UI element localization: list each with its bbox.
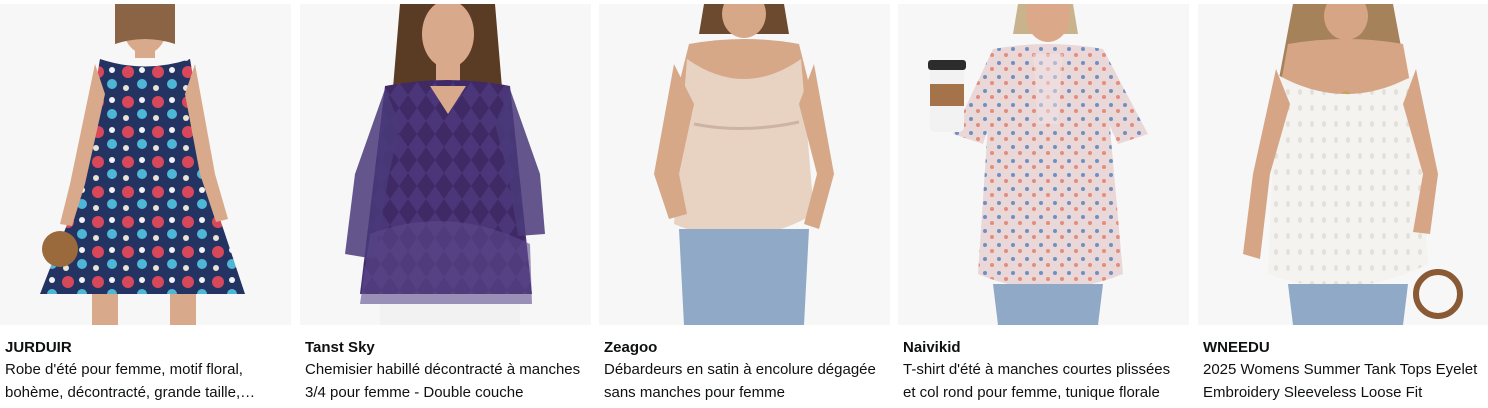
product-card[interactable]: Tanst Sky Chemisier habillé décontracté … xyxy=(300,4,591,408)
product-image[interactable] xyxy=(599,4,890,325)
product-brand: WNEEDU xyxy=(1203,339,1270,356)
product-card[interactable]: Naivikid T-shirt d'été à manches courtes… xyxy=(898,4,1189,408)
product-title[interactable]: Robe d'été pour femme, motif floral, boh… xyxy=(5,358,287,404)
product-brand: Tanst Sky xyxy=(305,339,375,356)
product-brand: Naivikid xyxy=(903,339,961,356)
floral-dress-photo xyxy=(0,4,291,325)
product-carousel-row: JURDUIR Robe d'été pour femme, motif flo… xyxy=(0,0,1488,408)
product-card[interactable]: JURDUIR Robe d'été pour femme, motif flo… xyxy=(0,4,291,408)
product-image[interactable] xyxy=(898,4,1189,325)
satin-tank-photo xyxy=(599,4,890,325)
product-brand: JURDUIR xyxy=(5,339,72,356)
product-card[interactable]: Zeagoo Débardeurs en satin à encolure dé… xyxy=(599,4,890,408)
purple-blouse-photo xyxy=(300,4,591,325)
floral-tshirt-photo xyxy=(898,4,1189,325)
product-title[interactable]: Débardeurs en satin à encolure dégagée s… xyxy=(604,358,886,404)
product-title[interactable]: 2025 Womens Summer Tank Tops Eyelet Embr… xyxy=(1203,358,1485,404)
product-image[interactable] xyxy=(1198,4,1488,325)
product-brand: Zeagoo xyxy=(604,339,658,356)
product-card[interactable]: WNEEDU 2025 Womens Summer Tank Tops Eyel… xyxy=(1198,4,1488,408)
white-tank-photo xyxy=(1198,4,1488,325)
product-title[interactable]: T-shirt d'été à manches courtes plissées… xyxy=(903,358,1185,404)
product-title[interactable]: Chemisier habillé décontracté à manches … xyxy=(305,358,587,404)
product-image[interactable] xyxy=(0,4,291,325)
product-image[interactable] xyxy=(300,4,591,325)
